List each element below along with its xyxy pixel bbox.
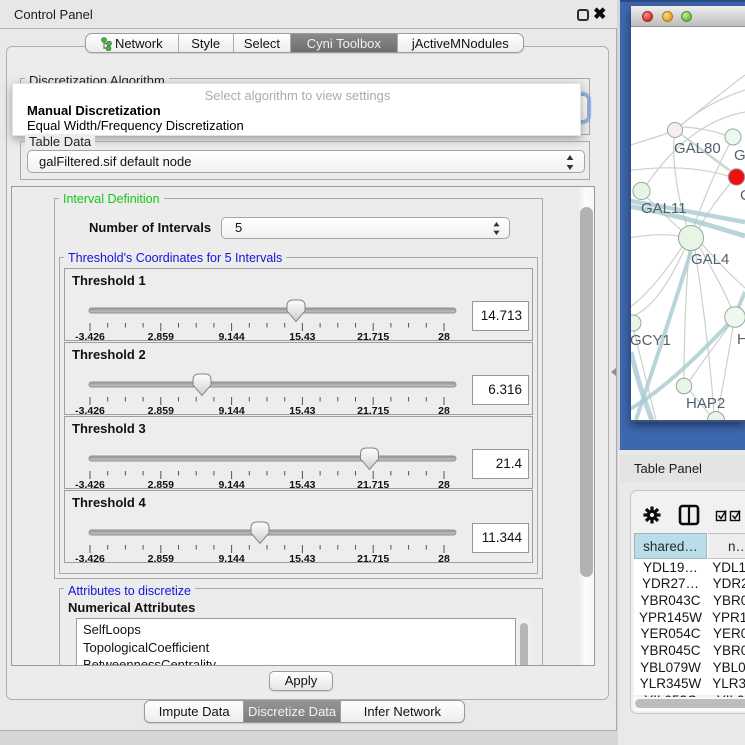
svg-text:GAL4: GAL4 xyxy=(691,251,729,268)
svg-text:GAL80: GAL80 xyxy=(674,140,721,157)
svg-text:GAL11: GAL11 xyxy=(641,200,687,217)
svg-text:C: C xyxy=(740,187,745,204)
svg-text:G.: G. xyxy=(734,147,745,164)
svg-text:GCY1: GCY1 xyxy=(631,332,671,349)
svg-text:HAP2: HAP2 xyxy=(686,395,725,412)
svg-text:H: H xyxy=(737,331,745,348)
